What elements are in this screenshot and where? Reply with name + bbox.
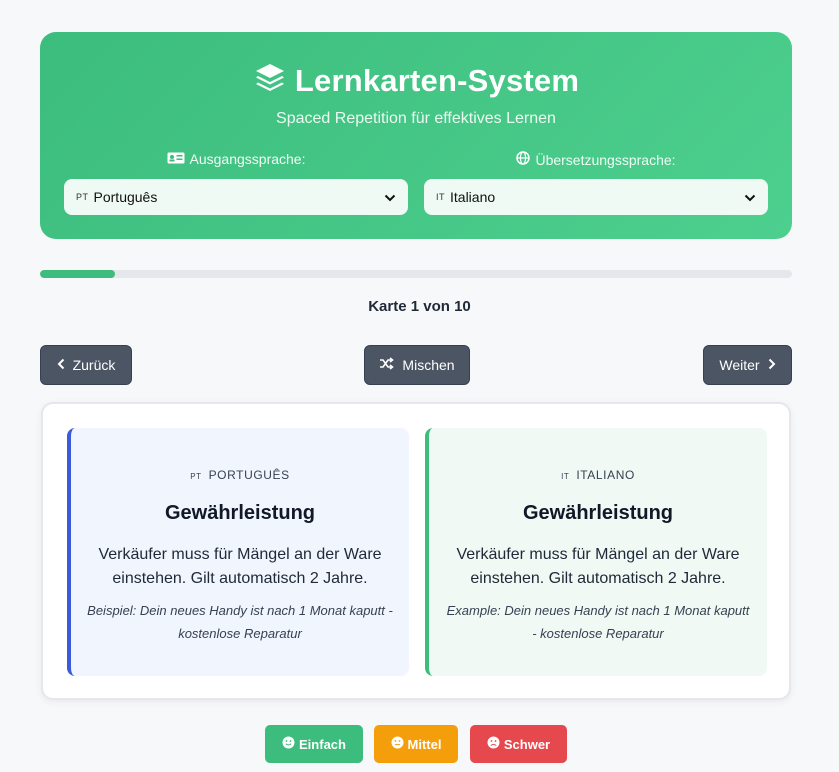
- previous-button[interactable]: Zurück: [40, 345, 132, 385]
- rate-easy-button[interactable]: Einfach: [265, 725, 363, 763]
- chevron-down-icon: [384, 189, 396, 205]
- title-row: Lernkarten-System: [40, 62, 792, 99]
- card-front: PT PORTUGUÊS Gewährleistung Verkäufer mu…: [67, 428, 409, 676]
- source-language-label: Ausgangssprache:: [64, 151, 408, 167]
- card-back-term: Gewährleistung: [522, 502, 674, 524]
- layers-icon: [253, 62, 287, 99]
- globe-icon: [516, 151, 531, 168]
- id-card-icon: [167, 151, 185, 167]
- progress-bar: [40, 270, 792, 278]
- progress-fill: [40, 270, 116, 278]
- smile-icon: [282, 736, 295, 752]
- app-subtitle: Spaced Repetition für effektives Lernen: [276, 110, 556, 127]
- card-front-definition: Verkäufer muss für Mängel an der Ware ei…: [98, 546, 382, 587]
- target-language-label: Übersetzungssprache:: [424, 151, 768, 168]
- rate-medium-button[interactable]: Mittel: [374, 725, 458, 763]
- rate-hard-button[interactable]: Schwer: [470, 725, 567, 763]
- card-front-language: PT PORTUGUÊS: [190, 468, 290, 482]
- shuffle-icon: [379, 357, 395, 373]
- card-back-language: IT ITALIANO: [561, 468, 635, 482]
- source-language-select[interactable]: PT Português: [64, 179, 408, 215]
- chevron-right-icon: [768, 357, 776, 373]
- card-front-example: Beispiel: Dein neues Handy ist nach 1 Mo…: [87, 603, 393, 641]
- chevron-down-icon: [744, 189, 756, 205]
- card-front-term: Gewährleistung: [164, 502, 316, 524]
- chevron-left-icon: [57, 357, 65, 373]
- next-button[interactable]: Weiter: [703, 345, 792, 385]
- target-language-select[interactable]: IT Italiano: [424, 179, 768, 215]
- app-title: Lernkarten-System: [294, 62, 580, 98]
- card-back-example: Example: Dein neues Handy ist nach 1 Mon…: [446, 603, 750, 641]
- neutral-face-icon: [391, 736, 404, 752]
- shuffle-button[interactable]: Mischen: [364, 345, 470, 385]
- header-panel: Lernkarten-System Spaced Repetition für …: [40, 32, 792, 239]
- flashcard[interactable]: PT PORTUGUÊS Gewährleistung Verkäufer mu…: [41, 402, 791, 700]
- card-back-definition: Verkäufer muss für Mängel an der Ware ei…: [456, 546, 740, 587]
- card-back: IT ITALIANO Gewährleistung Verkäufer mus…: [425, 428, 767, 676]
- frown-icon: [487, 736, 500, 752]
- card-counter: Karte 1 von 10: [368, 298, 471, 315]
